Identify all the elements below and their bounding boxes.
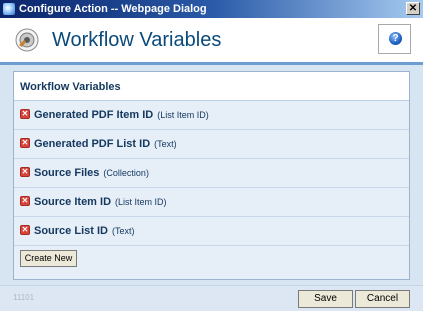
variable-type: (Text)	[154, 139, 177, 149]
page-title: Workflow Variables	[52, 29, 222, 51]
footer-code: 11101	[13, 293, 35, 302]
variable-row: ✕ Source Item ID (List Item ID)	[14, 188, 409, 217]
panel-header: Workflow Variables	[14, 72, 409, 101]
dialog-footer: 11101 Save Cancel	[0, 285, 423, 311]
dialog-body: Workflow Variables ✕ Generated PDF Item …	[0, 65, 423, 285]
variable-row: ✕ Generated PDF List ID (Text)	[14, 130, 409, 159]
create-new-button[interactable]: Create New	[20, 250, 77, 267]
variable-name-text: Generated PDF Item ID	[34, 109, 154, 121]
delete-icon[interactable]: ✕	[20, 109, 30, 119]
window-title: Configure Action -- Webpage Dialog	[19, 3, 207, 15]
variable-row: ✕ Source List ID (Text)	[14, 217, 409, 246]
variable-name-text: Source Item ID	[34, 196, 112, 208]
variable-name[interactable]: Generated PDF List ID (Text)	[34, 138, 177, 150]
close-button[interactable]: ✕	[406, 2, 420, 15]
variable-name[interactable]: Source Files (Collection)	[34, 167, 149, 179]
dialog-header: Workflow Variables ?	[0, 18, 423, 62]
delete-icon[interactable]: ✕	[20, 196, 30, 206]
variable-name[interactable]: Source List ID (Text)	[34, 225, 134, 237]
variable-name[interactable]: Source Item ID (List Item ID)	[34, 196, 167, 208]
variable-name-text: Source Files	[34, 167, 100, 179]
variable-type: (List Item ID)	[157, 110, 209, 120]
variable-row: ✕ Generated PDF Item ID (List Item ID)	[14, 101, 409, 130]
variable-type: (List Item ID)	[115, 197, 167, 207]
delete-icon[interactable]: ✕	[20, 167, 30, 177]
help-icon[interactable]: ?	[389, 32, 402, 45]
variable-type: (Text)	[111, 226, 135, 236]
cancel-button[interactable]: Cancel	[355, 290, 410, 308]
variable-name-text: Source List ID	[34, 225, 108, 237]
delete-icon[interactable]: ✕	[20, 225, 30, 235]
variables-panel: Workflow Variables ✕ Generated PDF Item …	[13, 71, 410, 280]
ie-icon	[3, 3, 15, 15]
variable-type: (Collection)	[103, 168, 149, 178]
delete-icon[interactable]: ✕	[20, 138, 30, 148]
help-box: ?	[378, 24, 411, 54]
panel-title: Workflow Variables	[20, 81, 121, 93]
variable-name[interactable]: Generated PDF Item ID (List Item ID)	[34, 109, 209, 121]
variable-name-text: Generated PDF List ID	[34, 138, 151, 150]
workflow-action-icon	[15, 28, 39, 52]
variable-row: ✕ Source Files (Collection)	[14, 159, 409, 188]
save-button[interactable]: Save	[298, 290, 353, 308]
title-bar: Configure Action -- Webpage Dialog ✕	[0, 0, 423, 18]
